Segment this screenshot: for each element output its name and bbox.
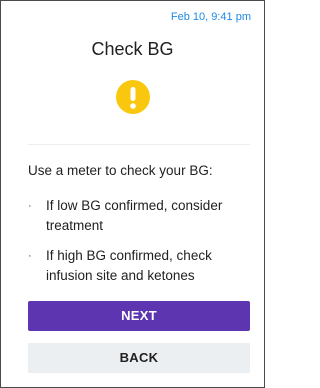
bullet-dot-icon: · — [28, 200, 32, 212]
list-item-low-bg: · If low BG confirmed, consider treatmen… — [28, 196, 253, 236]
timestamp: Feb 10, 9:41 pm — [170, 11, 251, 23]
list-item-high-bg: · If high BG confirmed, check infusion s… — [28, 246, 253, 286]
check-bg-screen: Feb 10, 9:41 pm Check BG Use a meter to … — [0, 0, 265, 388]
bullet-dot-icon: · — [28, 250, 32, 262]
divider — [28, 144, 250, 145]
back-button[interactable]: BACK — [28, 343, 250, 373]
next-button[interactable]: NEXT — [28, 301, 250, 331]
page-title: Check BG — [91, 39, 174, 59]
list-item-text: If high BG confirmed, check infusion sit… — [46, 248, 212, 283]
list-item-text: If low BG confirmed, consider treatment — [46, 198, 223, 233]
exclamation-alert-icon — [116, 80, 150, 114]
instruction-text: Use a meter to check your BG: — [28, 163, 213, 178]
